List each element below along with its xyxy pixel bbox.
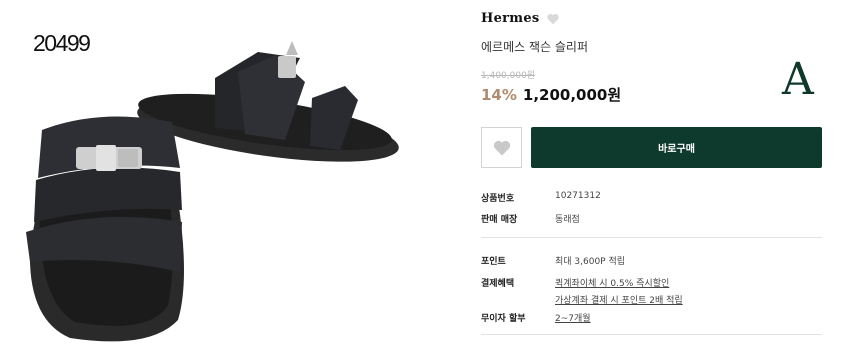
sku-overlay: 20499 xyxy=(33,30,91,56)
benefits-label: 결제혜택 xyxy=(481,279,515,289)
product-number-value: 10271312 xyxy=(555,191,601,201)
wishlist-button[interactable] xyxy=(481,127,522,168)
product-number-label: 상품번호 xyxy=(481,194,515,204)
product-number-row: 상품번호 10271312 xyxy=(481,191,601,204)
store-value: 동래점 xyxy=(555,215,580,225)
benefit-virtual-account-link[interactable]: 가상계좌 결제 시 포인트 2배 적립 xyxy=(555,293,683,306)
points-value: 최대 3,600P 적립 xyxy=(555,257,626,267)
original-price: 1,400,000원 xyxy=(481,71,536,81)
buy-now-button[interactable]: 바로구매 xyxy=(531,127,822,168)
points-row: 포인트 최대 3,600P 적립 xyxy=(481,254,625,267)
product-info-panel: Hermes 에르메스 잭슨 슬리퍼 1,400,000원 14% 1,200,… xyxy=(481,0,822,349)
discount-rate: 14% xyxy=(481,86,517,104)
installment-row: 무이자 할부 2~7개월 xyxy=(481,311,591,324)
brand-name[interactable]: Hermes xyxy=(481,11,540,26)
heart-icon[interactable] xyxy=(546,12,560,26)
condition-grade: A xyxy=(782,54,814,105)
price-row: 14% 1,200,000원 xyxy=(481,84,621,105)
benefits-row: 결제혜택 퀵계좌이체 시 0.5% 즉시할인 가상계좌 결제 시 포인트 2배 … xyxy=(481,276,683,306)
product-image: 20499 xyxy=(0,0,440,349)
product-name: 에르메스 잭슨 슬리퍼 xyxy=(481,40,588,54)
brand-row: Hermes xyxy=(481,11,560,26)
installment-link[interactable]: 2~7개월 xyxy=(555,311,591,324)
installment-label: 무이자 할부 xyxy=(481,314,526,324)
sale-price: 1,200,000원 xyxy=(522,86,622,104)
heart-icon xyxy=(493,140,510,155)
points-label: 포인트 xyxy=(481,257,506,267)
store-row: 판매 매장 동래점 xyxy=(481,212,580,225)
divider xyxy=(481,334,822,335)
divider xyxy=(481,237,822,238)
benefit-quick-transfer-link[interactable]: 퀵계좌이체 시 0.5% 즉시할인 xyxy=(555,276,683,289)
store-label: 판매 매장 xyxy=(481,215,518,225)
